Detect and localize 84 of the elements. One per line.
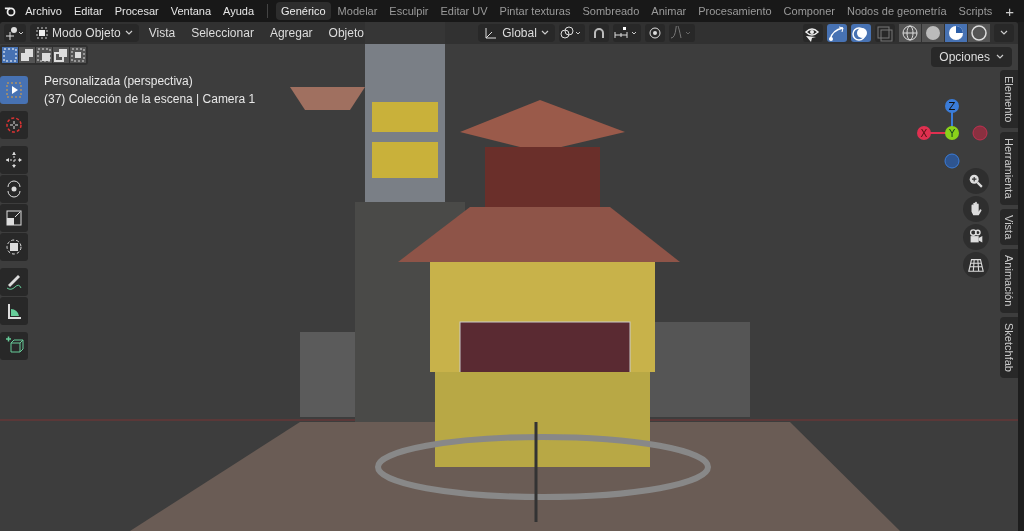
menu-item[interactable]: Editar <box>68 2 108 20</box>
select-icon <box>4 80 24 100</box>
header-menu-item[interactable]: Agregar <box>263 24 319 42</box>
select-tool-button[interactable] <box>0 76 28 104</box>
sphere-icon <box>924 24 942 42</box>
caret-icon <box>124 30 133 36</box>
workspace-tab[interactable]: Componer <box>778 2 840 20</box>
orientation-dropdown[interactable]: Global <box>478 24 555 42</box>
solid-shading-button[interactable] <box>922 24 944 42</box>
object-mode-icon <box>36 27 48 39</box>
editor-type-dropdown[interactable] <box>4 24 26 42</box>
sidebar-tab[interactable]: Animación <box>1000 249 1018 313</box>
sidebar-tab[interactable]: Vista <box>1000 209 1018 246</box>
workspace-tab[interactable]: Modelar <box>332 2 383 20</box>
annotate-tool-button[interactable] <box>0 268 28 296</box>
select-mode-button[interactable] <box>36 47 52 63</box>
scale-tool-button[interactable] <box>0 204 28 232</box>
select-mode-button[interactable] <box>53 47 69 63</box>
menu-item[interactable]: Procesar <box>109 2 164 20</box>
workspace-tab[interactable]: Genérico <box>275 2 331 20</box>
add-workspace-button[interactable]: + <box>999 2 1020 20</box>
mode-dropdown[interactable]: Modo Objeto <box>30 24 139 42</box>
sphere-icon <box>970 24 988 42</box>
snap-toggle[interactable] <box>588 24 609 42</box>
zoom-icon <box>967 172 985 190</box>
move-tool-button[interactable] <box>0 146 28 174</box>
cursor-tool-button[interactable] <box>0 111 28 139</box>
menu-item[interactable]: Archivo <box>20 2 67 20</box>
wireframe-shading-button[interactable] <box>899 24 921 42</box>
sphere-icon <box>901 24 919 42</box>
select-mode-button[interactable] <box>70 47 86 63</box>
sphere-icon <box>947 24 965 42</box>
pan-view-button[interactable] <box>963 196 989 222</box>
axis-gizmo[interactable]: Z X Y <box>912 94 992 176</box>
view-name-label: Personalizada (perspectiva) <box>44 74 194 88</box>
measure-tool-button[interactable] <box>0 297 28 325</box>
cursor-icon <box>4 115 24 135</box>
menu-item[interactable]: Ayuda <box>218 2 260 20</box>
transform-icon <box>4 237 24 257</box>
workspace-tab[interactable]: Procesamiento <box>693 2 777 20</box>
rendered-shading-button[interactable] <box>968 24 990 42</box>
shading-options-dropdown[interactable] <box>994 24 1014 42</box>
workspace-tab[interactable]: Animar <box>646 2 692 20</box>
workspace-tab[interactable]: Pintar texturas <box>494 2 576 20</box>
sidebar-tab[interactable]: Herramienta <box>1000 132 1018 205</box>
axes-icon <box>484 26 499 40</box>
move-icon <box>4 150 24 170</box>
caret-icon <box>996 54 1004 60</box>
zoom-view-button[interactable] <box>963 168 989 194</box>
header-menu-item[interactable]: Vista <box>142 24 182 42</box>
transform-tool-button[interactable] <box>0 233 28 261</box>
select-mode-icon <box>70 47 86 63</box>
workspace-tab[interactable]: Nodos de geometría <box>841 2 952 20</box>
header-menu-item[interactable]: Objeto <box>322 24 370 42</box>
rotate-tool-button[interactable] <box>0 175 28 203</box>
camera-view-button[interactable] <box>963 224 989 250</box>
sidebar-tab[interactable]: Sketchfab <box>1000 316 1018 378</box>
sidebar-tab[interactable]: Elemento <box>1000 70 1018 129</box>
collection-label: (37) Colección de la escena | Camera 1 <box>44 92 256 106</box>
header-menu-item[interactable]: Seleccionar <box>185 24 260 42</box>
material-shading-button[interactable] <box>945 24 967 42</box>
workspace-tab[interactable]: Esculpir <box>384 2 434 20</box>
caret-icon <box>1000 30 1008 36</box>
workspace-tab[interactable]: Editar UV <box>435 2 493 20</box>
select-mode-button[interactable] <box>19 47 35 63</box>
select-mode-icon <box>36 47 52 63</box>
scale-icon <box>4 208 24 228</box>
annotate-icon <box>4 272 24 292</box>
caret-icon <box>540 30 549 36</box>
pivot-dropdown[interactable] <box>558 24 585 42</box>
add-cube-icon <box>4 336 24 356</box>
options-dropdown[interactable]: Opciones <box>931 47 1012 67</box>
select-mode-icon <box>2 47 18 63</box>
proportional-edit-toggle[interactable] <box>644 24 665 42</box>
menu-item[interactable]: Ventana <box>165 2 217 20</box>
ortho-view-button[interactable] <box>963 252 989 278</box>
add-cube-tool-button[interactable] <box>0 332 28 360</box>
visibility-toggle[interactable] <box>803 24 823 42</box>
rotate-icon <box>4 179 24 199</box>
workspace-tab[interactable]: Sombreado <box>577 2 645 20</box>
select-mode-icon <box>53 47 69 63</box>
snap-target-dropdown[interactable] <box>612 24 641 42</box>
workspace-tab[interactable]: Scripts <box>953 2 998 20</box>
select-mode-icon <box>19 47 35 63</box>
